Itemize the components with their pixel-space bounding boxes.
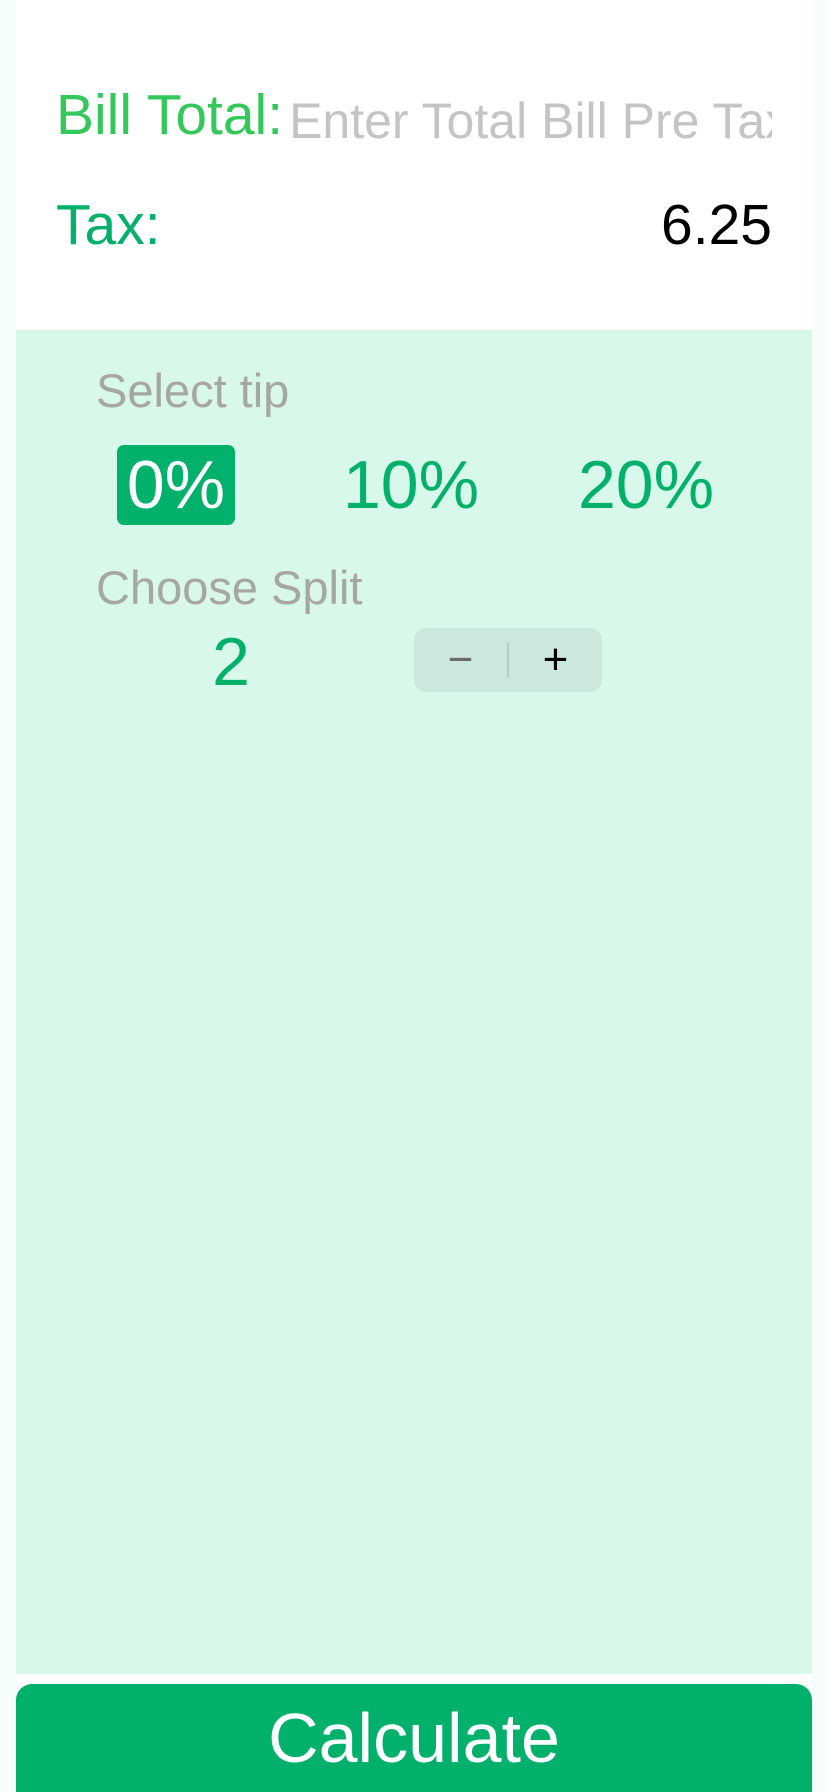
bill-total-label: Bill Total:: [56, 83, 284, 147]
tax-label: Tax:: [56, 193, 161, 257]
split-decrement-button[interactable]: −: [414, 628, 507, 692]
right-edge-strip: [812, 0, 828, 1792]
select-tip-label: Select tip: [96, 364, 290, 417]
bill-total-row: Bill Total:: [56, 70, 772, 160]
tip-calculator-screen: Bill Total: Tax: 6.25 Select tip 0% 10% …: [0, 0, 828, 1792]
tip-split-panel: Select tip 0% 10% 20% Choose Split 2 − +: [16, 330, 812, 1674]
tax-row: Tax: 6.25: [56, 185, 772, 265]
split-increment-button[interactable]: +: [509, 628, 602, 692]
tip-option-10-percent[interactable]: 10%: [336, 445, 486, 525]
tip-option-0-percent[interactable]: 0%: [117, 445, 235, 525]
tip-option-20-percent[interactable]: 20%: [571, 445, 721, 525]
bill-total-input[interactable]: [289, 92, 772, 150]
calculate-button[interactable]: Calculate: [16, 1684, 812, 1792]
tax-value: 6.25: [661, 193, 772, 257]
split-stepper: − +: [414, 628, 602, 692]
left-edge-strip: [0, 0, 16, 1792]
tip-options: 0% 10% 20%: [16, 445, 812, 525]
choose-split-label: Choose Split: [96, 561, 363, 614]
split-count-value: 2: [212, 624, 250, 700]
